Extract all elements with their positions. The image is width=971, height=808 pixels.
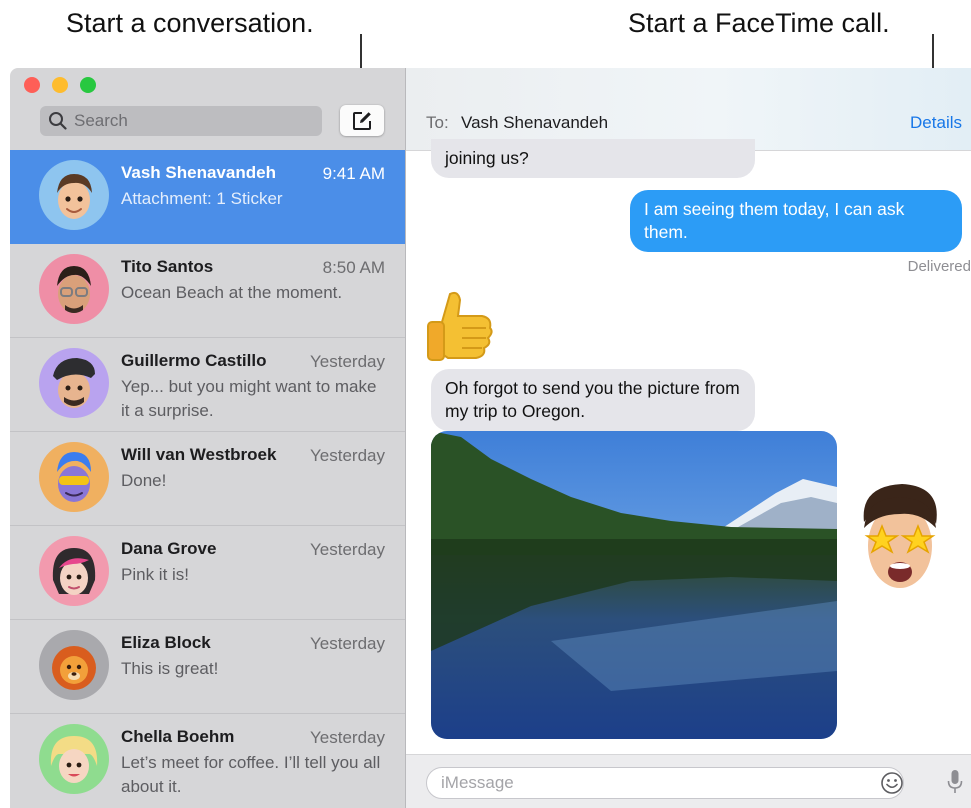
conversation-name: Chella Boehm xyxy=(121,727,235,746)
messages-window: Search Vash Shenavandeh 9:41 AM Attachme… xyxy=(10,68,971,808)
emoji-icon[interactable] xyxy=(880,771,904,795)
details-button[interactable]: Details xyxy=(910,113,962,133)
avatar xyxy=(39,724,109,794)
conversation-row[interactable]: Will van Westbroek Yesterday Done! xyxy=(10,432,405,526)
conversation-row[interactable]: Dana Grove Yesterday Pink it is! xyxy=(10,526,405,620)
conversation-time: Yesterday xyxy=(310,728,385,747)
avatar xyxy=(39,254,109,324)
conversation-preview: Yep... but you might want to make it a s… xyxy=(121,377,377,420)
conversation-row[interactable]: Guillermo Castillo Yesterday Yep... but … xyxy=(10,338,405,432)
conversation-preview: Pink it is! xyxy=(121,565,190,584)
photo-attachment[interactable] xyxy=(431,431,837,739)
message-bubble-received[interactable]: Oh forgot to send you the picture from m… xyxy=(431,369,755,431)
conversation-time: 8:50 AM xyxy=(322,258,385,277)
conversation-name: Guillermo Castillo xyxy=(121,351,267,370)
avatar xyxy=(39,348,109,418)
conversation-preview: This is great! xyxy=(121,659,219,678)
compose-button[interactable] xyxy=(340,105,384,136)
avatar xyxy=(39,536,109,606)
microphone-icon[interactable] xyxy=(947,769,963,795)
imessage-input[interactable] xyxy=(426,767,904,799)
conversation-time: Yesterday xyxy=(310,634,385,653)
conversation-row[interactable]: Chella Boehm Yesterday Let’s meet for co… xyxy=(10,714,405,807)
conversation-row[interactable]: Vash Shenavandeh 9:41 AM Attachment: 1 S… xyxy=(10,150,405,244)
memoji-avatar-icon xyxy=(39,724,109,794)
conversation-preview: Attachment: 1 Sticker xyxy=(121,189,283,208)
search-icon xyxy=(49,112,67,130)
message-composer xyxy=(406,754,971,808)
message-bubble-received[interactable]: joining us? xyxy=(431,139,755,178)
search-field[interactable]: Search xyxy=(40,106,322,136)
zoom-window-button[interactable] xyxy=(80,77,96,93)
avatar xyxy=(39,442,109,512)
minimize-window-button[interactable] xyxy=(52,77,68,93)
conversation-time: Yesterday xyxy=(310,540,385,559)
conversation-preview: Ocean Beach at the moment. xyxy=(121,283,343,302)
conversation-time: Yesterday xyxy=(310,352,385,371)
lion-avatar-icon xyxy=(39,630,109,700)
conversation-name: Eliza Block xyxy=(121,633,211,652)
conversation-list: Vash Shenavandeh 9:41 AM Attachment: 1 S… xyxy=(10,150,405,807)
search-placeholder: Search xyxy=(74,111,128,130)
sidebar: Search Vash Shenavandeh 9:41 AM Attachme… xyxy=(10,68,406,808)
conversation-name: Dana Grove xyxy=(121,539,217,558)
memoji-avatar-icon xyxy=(39,160,109,230)
close-window-button[interactable] xyxy=(24,77,40,93)
avatar xyxy=(39,630,109,700)
memoji-avatar-icon xyxy=(39,442,109,512)
conversation-row[interactable]: Eliza Block Yesterday This is great! xyxy=(10,620,405,714)
conversation-row[interactable]: Tito Santos 8:50 AM Ocean Beach at the m… xyxy=(10,244,405,338)
conversation-time: 9:41 AM xyxy=(322,164,385,183)
lake-photo xyxy=(431,431,837,739)
star-eyes-memoji-sticker-icon[interactable] xyxy=(850,476,950,612)
to-label: To: xyxy=(426,113,449,132)
conversation-preview: Let’s meet for coffee. I’ll tell you all… xyxy=(121,753,381,796)
memoji-avatar-icon xyxy=(39,348,109,418)
conversation-time: Yesterday xyxy=(310,446,385,465)
message-bubble-sent[interactable]: I am seeing them today, I can ask them. xyxy=(630,190,962,252)
avatar xyxy=(39,160,109,230)
conversation-name: Vash Shenavandeh xyxy=(121,163,276,182)
thumbs-up-sticker-icon[interactable] xyxy=(422,288,496,364)
memoji-avatar-icon xyxy=(39,536,109,606)
callout-start-conversation: Start a conversation. xyxy=(66,8,314,38)
conversation-preview: Done! xyxy=(121,471,167,490)
callout-start-facetime: Start a FaceTime call. xyxy=(628,8,890,38)
memoji-avatar-icon xyxy=(39,254,109,324)
recipient-name[interactable]: Vash Shenavandeh xyxy=(461,113,608,133)
conversation-name: Tito Santos xyxy=(121,257,214,276)
conversation-name: Will van Westbroek xyxy=(121,445,277,464)
delivery-status: Delivered xyxy=(907,258,971,275)
compose-icon xyxy=(353,111,371,130)
conversation-pane: To: Vash Shenavandeh Details joining us?… xyxy=(406,68,971,808)
